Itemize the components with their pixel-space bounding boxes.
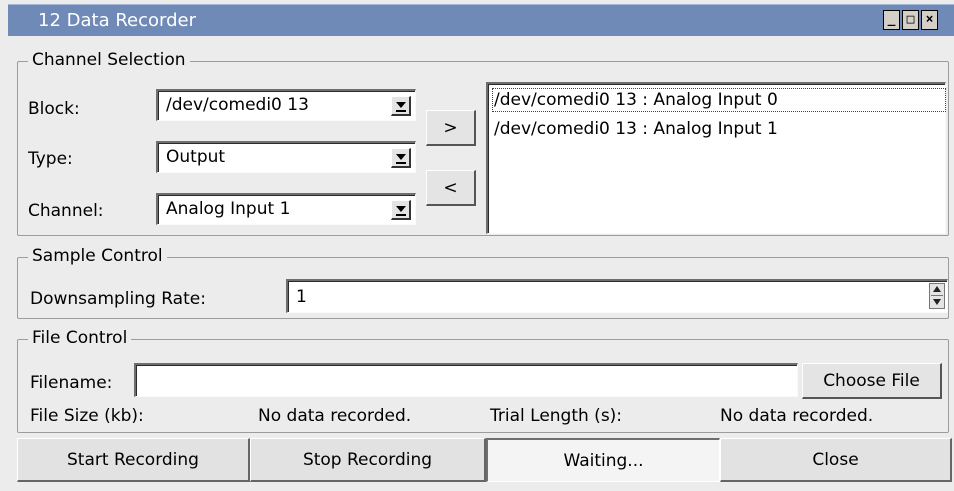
type-value: Output (166, 147, 226, 167)
type-combo[interactable]: Output (156, 141, 416, 173)
maximize-button[interactable]: □ (902, 10, 919, 30)
channel-value: Analog Input 1 (166, 199, 291, 219)
channel-selection-legend: Channel Selection (28, 50, 190, 70)
type-label: Type: (28, 149, 73, 169)
selected-channels-list[interactable]: /dev/comedi0 13 : Analog Input 0 /dev/co… (486, 82, 946, 234)
minimize-button[interactable]: _ (883, 10, 900, 30)
trial-length-label: Trial Length (s): (490, 406, 623, 426)
spin-arrows-icon[interactable] (929, 283, 945, 309)
block-value: /dev/comedi0 13 (166, 95, 309, 115)
close-window-button[interactable]: × (921, 10, 938, 30)
window-title: 12 Data Recorder (38, 10, 196, 31)
maximize-icon: □ (906, 12, 915, 27)
filename-input[interactable] (134, 363, 798, 397)
downsampling-rate-label: Downsampling Rate: (30, 289, 206, 309)
channel-label: Channel: (28, 201, 104, 221)
filename-label: Filename: (30, 373, 113, 393)
downsampling-rate-value: 1 (296, 287, 307, 307)
recording-status: Waiting... (486, 438, 720, 482)
file-size-value: No data recorded. (258, 406, 412, 426)
file-control-legend: File Control (28, 328, 132, 348)
minimize-icon: _ (887, 12, 896, 27)
stop-recording-button[interactable]: Stop Recording (250, 438, 486, 482)
list-item[interactable]: /dev/comedi0 13 : Analog Input 0 (492, 88, 946, 112)
sample-control-legend: Sample Control (28, 246, 167, 266)
block-label: Block: (28, 99, 80, 119)
chevron-down-icon[interactable] (391, 96, 411, 116)
title-bar[interactable]: 12 Data Recorder _ □ × (8, 4, 954, 36)
trial-length-value: No data recorded. (720, 406, 874, 426)
remove-channel-button[interactable]: < (426, 170, 476, 206)
block-combo[interactable]: /dev/comedi0 13 (156, 89, 416, 121)
close-button[interactable]: Close (720, 438, 952, 482)
list-item[interactable]: /dev/comedi0 13 : Analog Input 1 (494, 119, 778, 139)
add-channel-button[interactable]: > (426, 110, 476, 146)
file-size-label: File Size (kb): (30, 406, 144, 426)
start-recording-button[interactable]: Start Recording (17, 438, 250, 482)
chevron-down-icon[interactable] (391, 148, 411, 168)
channel-combo[interactable]: Analog Input 1 (156, 193, 416, 225)
close-icon: × (925, 12, 934, 27)
chevron-down-icon[interactable] (391, 200, 411, 220)
choose-file-button[interactable]: Choose File (802, 363, 942, 399)
downsampling-rate-spinbox[interactable]: 1 (286, 279, 948, 313)
